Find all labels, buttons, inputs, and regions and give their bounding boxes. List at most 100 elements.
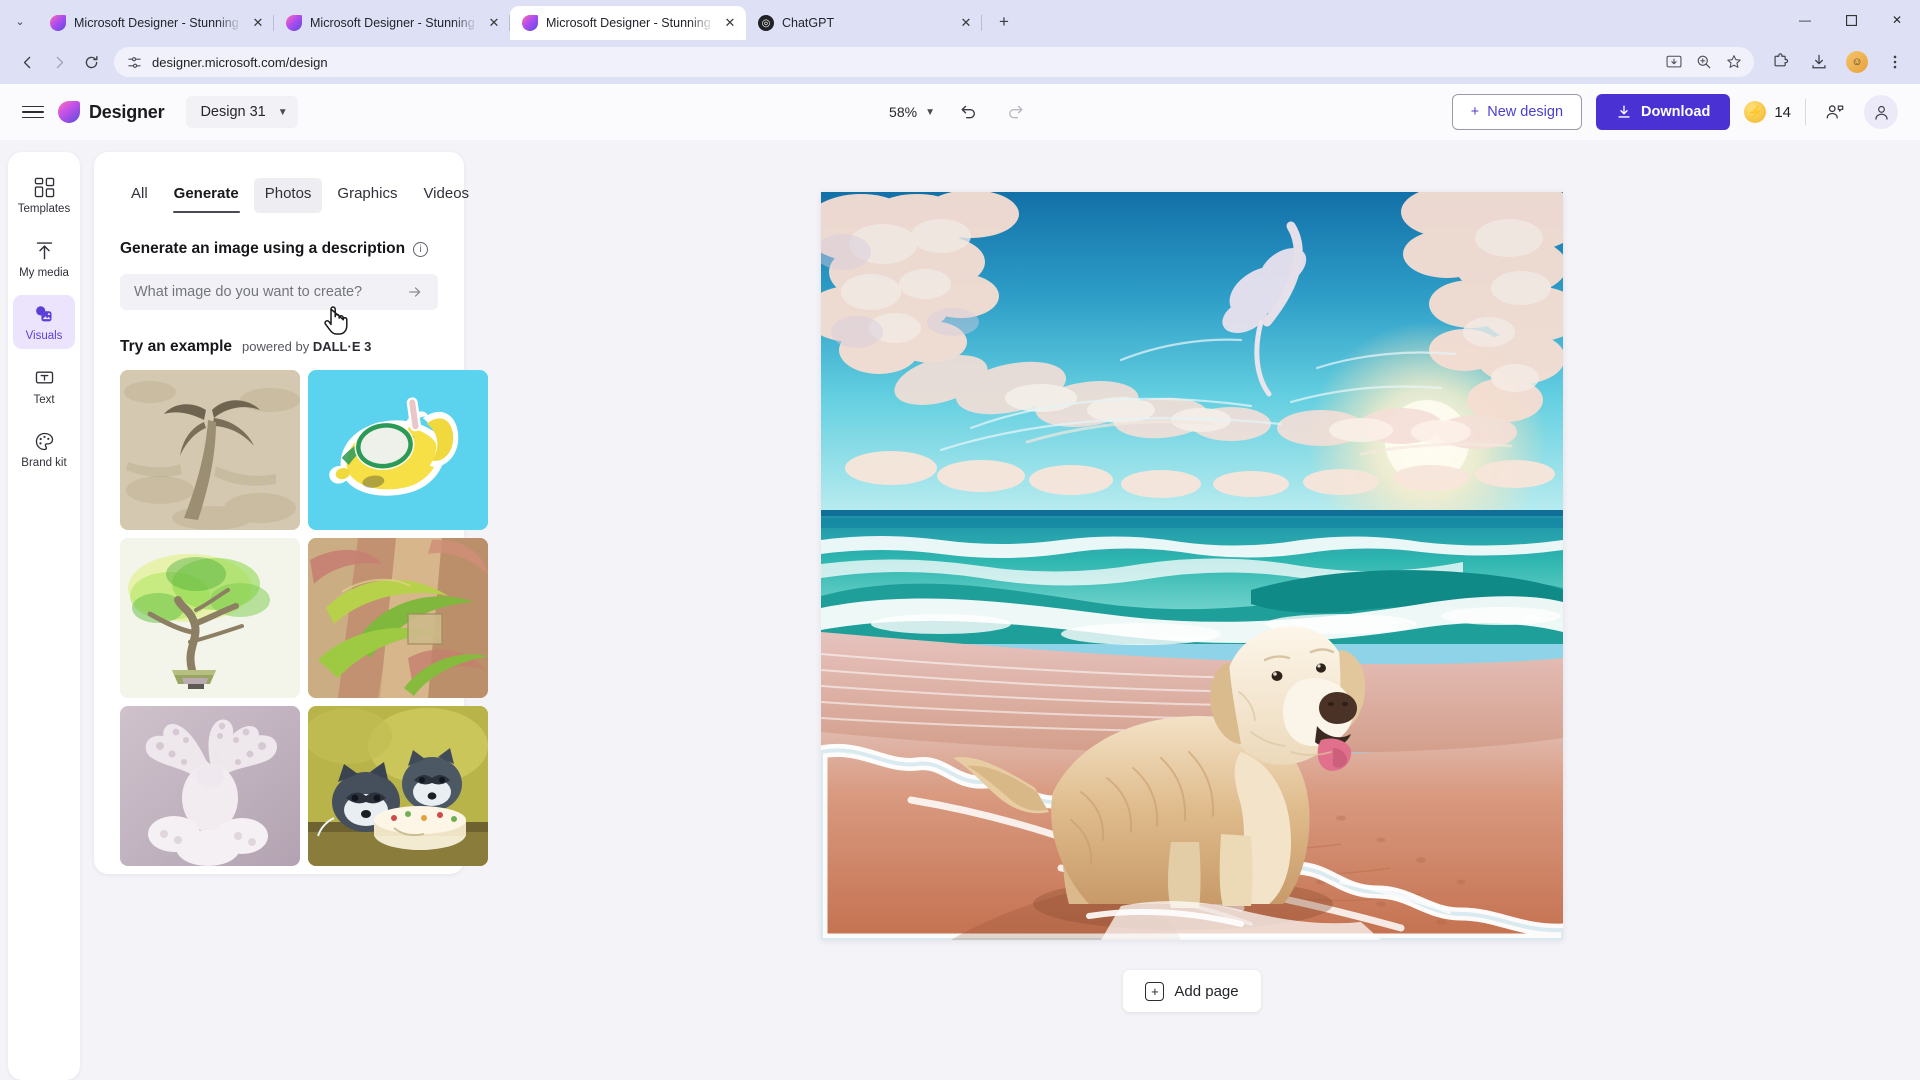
browser-chrome: ⌄ Microsoft Designer - Stunning ✕ Micros… <box>0 0 1920 84</box>
example-thumb-raccoons-eating-cake-painting[interactable] <box>308 706 488 866</box>
sidebar-item-my-media[interactable]: My media <box>13 232 75 286</box>
sidebar-item-label: Brand kit <box>21 457 67 469</box>
tab-title: Microsoft Designer - Stunning <box>546 16 711 30</box>
example-thumb-snorkeling-yellow-fish-sticker[interactable] <box>308 370 488 530</box>
download-icon[interactable] <box>1806 49 1832 75</box>
new-design-button[interactable]: + New design <box>1451 94 1583 130</box>
arrow-right-icon[interactable] <box>402 279 428 305</box>
undo-button[interactable] <box>953 97 983 127</box>
zoom-icon[interactable] <box>1696 54 1712 70</box>
tab-photos[interactable]: Photos <box>253 178 323 213</box>
profile-avatar[interactable]: ☺ <box>1844 49 1870 75</box>
url-bar-row: designer.microsoft.com/design ☺ <box>0 40 1920 84</box>
info-icon[interactable]: i <box>413 241 429 257</box>
redo-button[interactable] <box>1001 97 1031 127</box>
download-label: Download <box>1641 104 1711 120</box>
back-arrow-icon <box>23 56 30 68</box>
zoom-level: 58% <box>889 104 918 120</box>
app-body: Templates My media Visuals Text Brand ki… <box>0 140 1920 1080</box>
close-icon[interactable]: ✕ <box>250 15 266 31</box>
sidebar-item-visuals[interactable]: Visuals <box>13 295 75 349</box>
upload-arrow-icon <box>34 240 55 262</box>
chevron-down-icon: ⌄ <box>15 15 25 28</box>
designer-favicon-icon <box>50 15 66 31</box>
menu-button[interactable] <box>22 102 44 123</box>
credits-badge[interactable]: ⚡ 14 <box>1744 101 1791 123</box>
sidebar-item-brand-kit[interactable]: Brand kit <box>13 422 75 476</box>
share-people-icon <box>1826 105 1844 119</box>
artboard[interactable] <box>821 192 1563 940</box>
generate-heading: Generate an image using a description i <box>120 240 438 258</box>
undo-icon <box>961 105 975 119</box>
chevron-down-icon: ▼ <box>277 106 288 118</box>
add-page-label: Add page <box>1174 982 1239 1000</box>
minimize-button[interactable]: — <box>1782 4 1828 36</box>
forward-button[interactable] <box>44 47 74 77</box>
artwork-golden-retriever-on-beach <box>821 192 1563 940</box>
close-icon[interactable]: ✕ <box>958 15 974 31</box>
example-thumb-watercolor-bonsai-tree[interactable] <box>120 538 300 698</box>
chrome-profile-icon: ☺ <box>1846 51 1868 73</box>
divider <box>1805 99 1806 125</box>
address-bar[interactable]: designer.microsoft.com/design <box>114 47 1754 77</box>
lightning-coin-icon: ⚡ <box>1744 101 1767 123</box>
download-icon <box>1618 105 1630 118</box>
browser-toolbar-icons: ☺ <box>1762 49 1908 75</box>
tab-title: ChatGPT <box>782 16 835 30</box>
example-subtitle: powered by DALL·E 3 <box>242 339 371 354</box>
reload-button[interactable] <box>76 47 106 77</box>
example-title: Try an example <box>120 338 233 355</box>
example-thumb-sand-palm-tree-sculpture[interactable] <box>120 370 300 530</box>
generate-heading-text: Generate an image using a description <box>120 240 406 257</box>
tab-all[interactable]: All <box>120 178 159 213</box>
example-header: Try an example powered by DALL·E 3 <box>120 338 438 356</box>
tab-search-button[interactable]: ⌄ <box>6 7 34 35</box>
designer-app: Designer Design 31 ▼ 58% ▼ + New design <box>0 84 1920 1080</box>
back-button[interactable] <box>12 47 42 77</box>
design-name: Design 31 <box>200 104 266 120</box>
chevron-down-icon: ▼ <box>925 106 935 118</box>
share-button[interactable] <box>1820 97 1850 127</box>
tab-generate[interactable]: Generate <box>163 178 250 213</box>
add-page-button[interactable]: + Add page <box>1123 970 1261 1012</box>
url-text: designer.microsoft.com/design <box>152 54 328 70</box>
example-thumb-white-octopus-sculpture[interactable] <box>120 706 300 866</box>
prompt-input[interactable] <box>134 284 402 300</box>
close-icon[interactable]: ✕ <box>722 15 738 31</box>
canvas-controls: 58% ▼ <box>889 84 1031 140</box>
sidebar-item-text[interactable]: Text <box>13 359 75 413</box>
tab-graphics[interactable]: Graphics <box>326 178 408 213</box>
brand-name: Designer <box>89 101 165 122</box>
maximize-button[interactable] <box>1828 4 1874 36</box>
close-window-button[interactable]: ✕ <box>1874 4 1920 36</box>
example-thumbnail-grid <box>120 370 488 866</box>
browser-tab[interactable]: ◎ ChatGPT ✕ <box>746 6 982 40</box>
canvas-area: + Add page <box>464 140 1920 1080</box>
install-app-icon[interactable] <box>1666 54 1682 70</box>
new-tab-button[interactable]: + <box>990 8 1018 36</box>
browser-tab[interactable]: Microsoft Designer - Stunning ✕ <box>38 6 274 40</box>
zoom-control[interactable]: 58% ▼ <box>889 104 935 120</box>
tab-title: Microsoft Designer - Stunning <box>310 16 475 30</box>
example-thumb-leaf-collage-house[interactable] <box>308 538 488 698</box>
close-icon[interactable]: ✕ <box>486 15 502 31</box>
designer-favicon-icon <box>286 15 302 31</box>
kebab-menu-icon[interactable] <box>1882 49 1908 75</box>
browser-tab-active[interactable]: Microsoft Designer - Stunning ✕ <box>510 6 746 40</box>
app-header: Designer Design 31 ▼ 58% ▼ + New design <box>0 84 1920 140</box>
designer-favicon-icon <box>522 15 538 31</box>
tab-title: Microsoft Designer - Stunning <box>74 16 239 30</box>
prompt-field-row[interactable] <box>120 274 438 310</box>
sidebar-item-templates[interactable]: Templates <box>13 168 75 222</box>
download-button[interactable]: Download <box>1596 94 1731 130</box>
visuals-photos-icon <box>33 303 55 325</box>
extensions-icon[interactable] <box>1768 49 1794 75</box>
account-avatar[interactable] <box>1864 95 1898 129</box>
dalle-brand: DALL·E 3 <box>312 339 372 354</box>
sidebar-item-label: Templates <box>17 203 71 215</box>
design-name-dropdown[interactable]: Design 31 ▼ <box>186 96 298 128</box>
site-settings-icon[interactable] <box>126 54 142 70</box>
star-icon[interactable] <box>1726 54 1742 70</box>
browser-tab[interactable]: Microsoft Designer - Stunning ✕ <box>274 6 510 40</box>
designer-logo[interactable]: Designer <box>58 101 165 123</box>
